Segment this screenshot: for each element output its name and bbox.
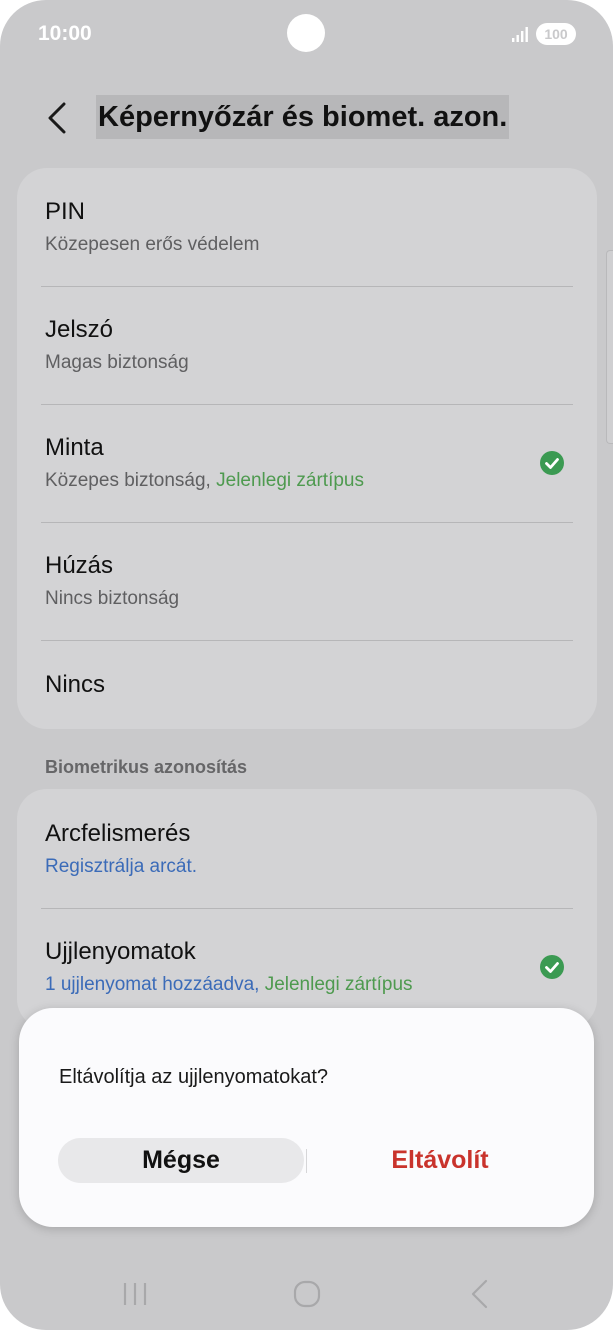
subtitle-text: 1 ujjlenyomat hozzáadva, bbox=[45, 974, 265, 995]
divider bbox=[41, 640, 573, 641]
list-item-subtitle: Regisztrálja arcát. bbox=[45, 856, 198, 877]
list-item-subtitle: Nincs biztonság bbox=[45, 588, 180, 609]
section-header: Biometrikus azonosítás bbox=[45, 757, 248, 777]
list-item-subtitle: Közepesen erős védelem bbox=[45, 234, 260, 255]
list-item-title: Minta bbox=[45, 434, 104, 461]
phone-screen: 10:00 100 Képernyőzár és biomet. azon. P… bbox=[0, 0, 613, 1330]
list-item-title: Húzás bbox=[45, 552, 114, 579]
list-item-title: Arcfelismerés bbox=[45, 820, 191, 847]
status-bar: 10:00 100 bbox=[0, 0, 613, 70]
list-item-fingerprints[interactable]: Ujjlenyomatok 1 ujjlenyomat hozzáadva, J… bbox=[45, 938, 569, 996]
button-divider bbox=[306, 1149, 307, 1173]
chevron-left-icon[interactable] bbox=[40, 98, 74, 138]
check-circle-icon bbox=[540, 451, 564, 475]
list-item-subtitle: 1 ujjlenyomat hozzáadva, Jelenlegi zártí… bbox=[45, 974, 569, 996]
status-time: 10:00 bbox=[38, 22, 92, 45]
dialog-message: Eltávolítja az ujjlenyomatokat? bbox=[59, 1066, 329, 1088]
list-item-title: Nincs bbox=[45, 671, 106, 698]
list-item-swipe[interactable]: Húzás Nincs biztonság bbox=[45, 552, 569, 610]
subtitle-text: Közepes biztonság, bbox=[45, 470, 217, 491]
list-item-title: Ujjlenyomatok bbox=[45, 938, 196, 965]
list-item-subtitle: Magas biztonság bbox=[45, 352, 189, 373]
list-item-subtitle: Közepes biztonság, Jelenlegi zártípus bbox=[45, 470, 569, 492]
front-camera bbox=[287, 14, 325, 52]
divider bbox=[41, 404, 573, 405]
signal-icon bbox=[512, 27, 528, 42]
battery-indicator: 100 bbox=[536, 23, 576, 45]
list-item-title: PIN bbox=[45, 198, 86, 225]
remove-button[interactable]: Eltávolít bbox=[324, 1138, 556, 1183]
scroll-handle[interactable] bbox=[606, 250, 613, 444]
lock-type-list: PIN Közepesen erős védelem Jelszó Magas … bbox=[17, 168, 597, 729]
current-lock-type-label: Jelenlegi zártípus bbox=[216, 470, 364, 491]
home-icon[interactable] bbox=[292, 1280, 322, 1308]
current-lock-type-label: Jelenlegi zártípus bbox=[264, 974, 413, 995]
biometrics-list: Arcfelismerés Regisztrálja arcát. Ujjlen… bbox=[17, 789, 597, 1029]
nav-back-icon[interactable] bbox=[466, 1278, 492, 1310]
list-item-password[interactable]: Jelszó Magas biztonság bbox=[45, 316, 569, 374]
confirm-dialog: Eltávolítja az ujjlenyomatokat? Mégse El… bbox=[19, 1008, 594, 1227]
divider bbox=[41, 522, 573, 523]
divider bbox=[41, 908, 573, 909]
list-item-pin[interactable]: PIN Közepesen erős védelem bbox=[45, 198, 569, 256]
list-item-title: Jelszó bbox=[45, 316, 114, 343]
recent-apps-icon[interactable] bbox=[120, 1280, 150, 1308]
list-item-none[interactable]: Nincs bbox=[45, 671, 569, 699]
cancel-button[interactable]: Mégse bbox=[58, 1138, 304, 1183]
check-circle-icon bbox=[540, 955, 564, 979]
list-item-face-recognition[interactable]: Arcfelismerés Regisztrálja arcát. bbox=[45, 820, 569, 878]
page-title: Képernyőzár és biomet. azon. bbox=[96, 95, 510, 139]
divider bbox=[41, 286, 573, 287]
list-item-pattern[interactable]: Minta Közepes biztonság, Jelenlegi zártí… bbox=[45, 434, 569, 492]
